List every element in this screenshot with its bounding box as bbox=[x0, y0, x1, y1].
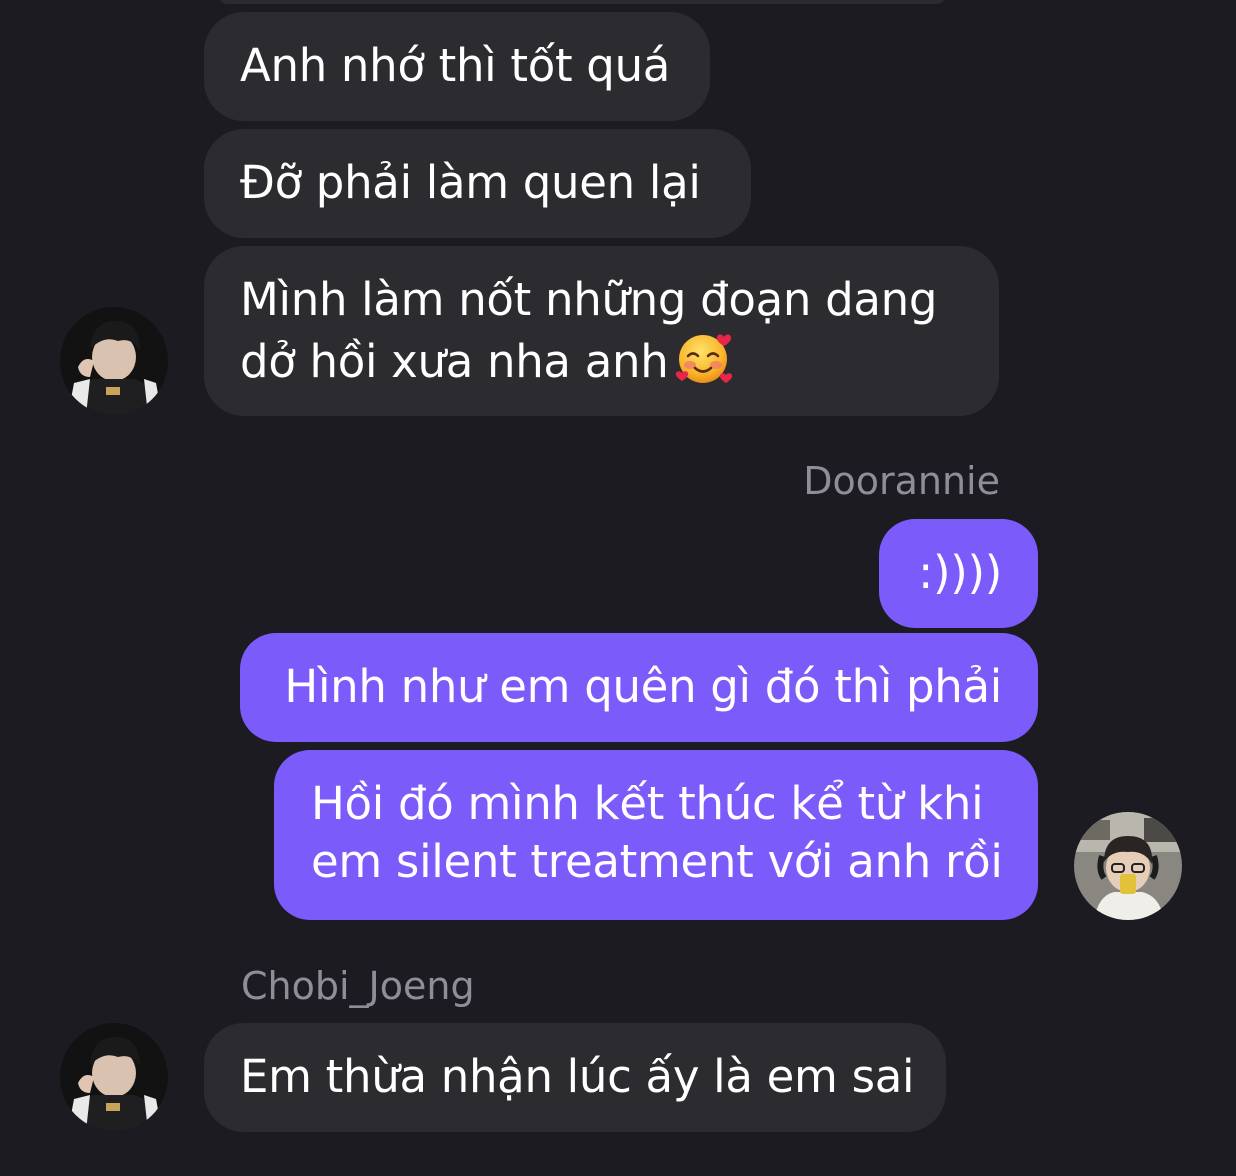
message-text-line-content: dở hồi xưa nha anh bbox=[240, 335, 669, 388]
message-text: Em thừa nhận lúc ấy là em sai bbox=[240, 1050, 915, 1103]
message-text-line: Mình làm nốt những đoạn dang bbox=[240, 273, 938, 326]
message-text-line: dở hồi xưa nha anh bbox=[240, 329, 963, 401]
contact-avatar[interactable] bbox=[60, 307, 168, 415]
outgoing-message-bubble[interactable]: :)))) bbox=[879, 519, 1038, 628]
incoming-message-bubble[interactable]: Mình làm nốt những đoạn dang dở hồi xưa … bbox=[204, 246, 999, 416]
message-text-line: em silent treatment với anh rồi bbox=[311, 835, 1003, 888]
message-text: :)))) bbox=[918, 546, 1002, 599]
user-avatar[interactable] bbox=[1074, 812, 1182, 920]
message-text-line: Hồi đó mình kết thúc kể từ khi bbox=[311, 777, 984, 830]
outgoing-message-bubble[interactable]: Hình như em quên gì đó thì phải bbox=[240, 633, 1038, 742]
smiling-face-with-hearts-icon bbox=[674, 329, 734, 401]
message-text: Đỡ phải làm quen lại bbox=[240, 156, 701, 209]
incoming-message-bubble[interactable]: Em thừa nhận lúc ấy là em sai bbox=[204, 1023, 946, 1132]
contact-avatar[interactable] bbox=[60, 1023, 168, 1131]
previous-message-bubble bbox=[218, 0, 946, 4]
incoming-message-bubble[interactable]: Anh nhớ thì tốt quá bbox=[204, 12, 710, 121]
sender-name: Doorannie bbox=[803, 459, 1000, 503]
incoming-message-bubble[interactable]: Đỡ phải làm quen lại bbox=[204, 129, 751, 238]
outgoing-message-bubble[interactable]: Hồi đó mình kết thúc kể từ khi em silent… bbox=[274, 750, 1038, 920]
message-text: Hình như em quên gì đó thì phải bbox=[284, 660, 1002, 713]
sender-name: Chobi_Joeng bbox=[241, 964, 475, 1008]
message-text: Anh nhớ thì tốt quá bbox=[240, 39, 671, 92]
